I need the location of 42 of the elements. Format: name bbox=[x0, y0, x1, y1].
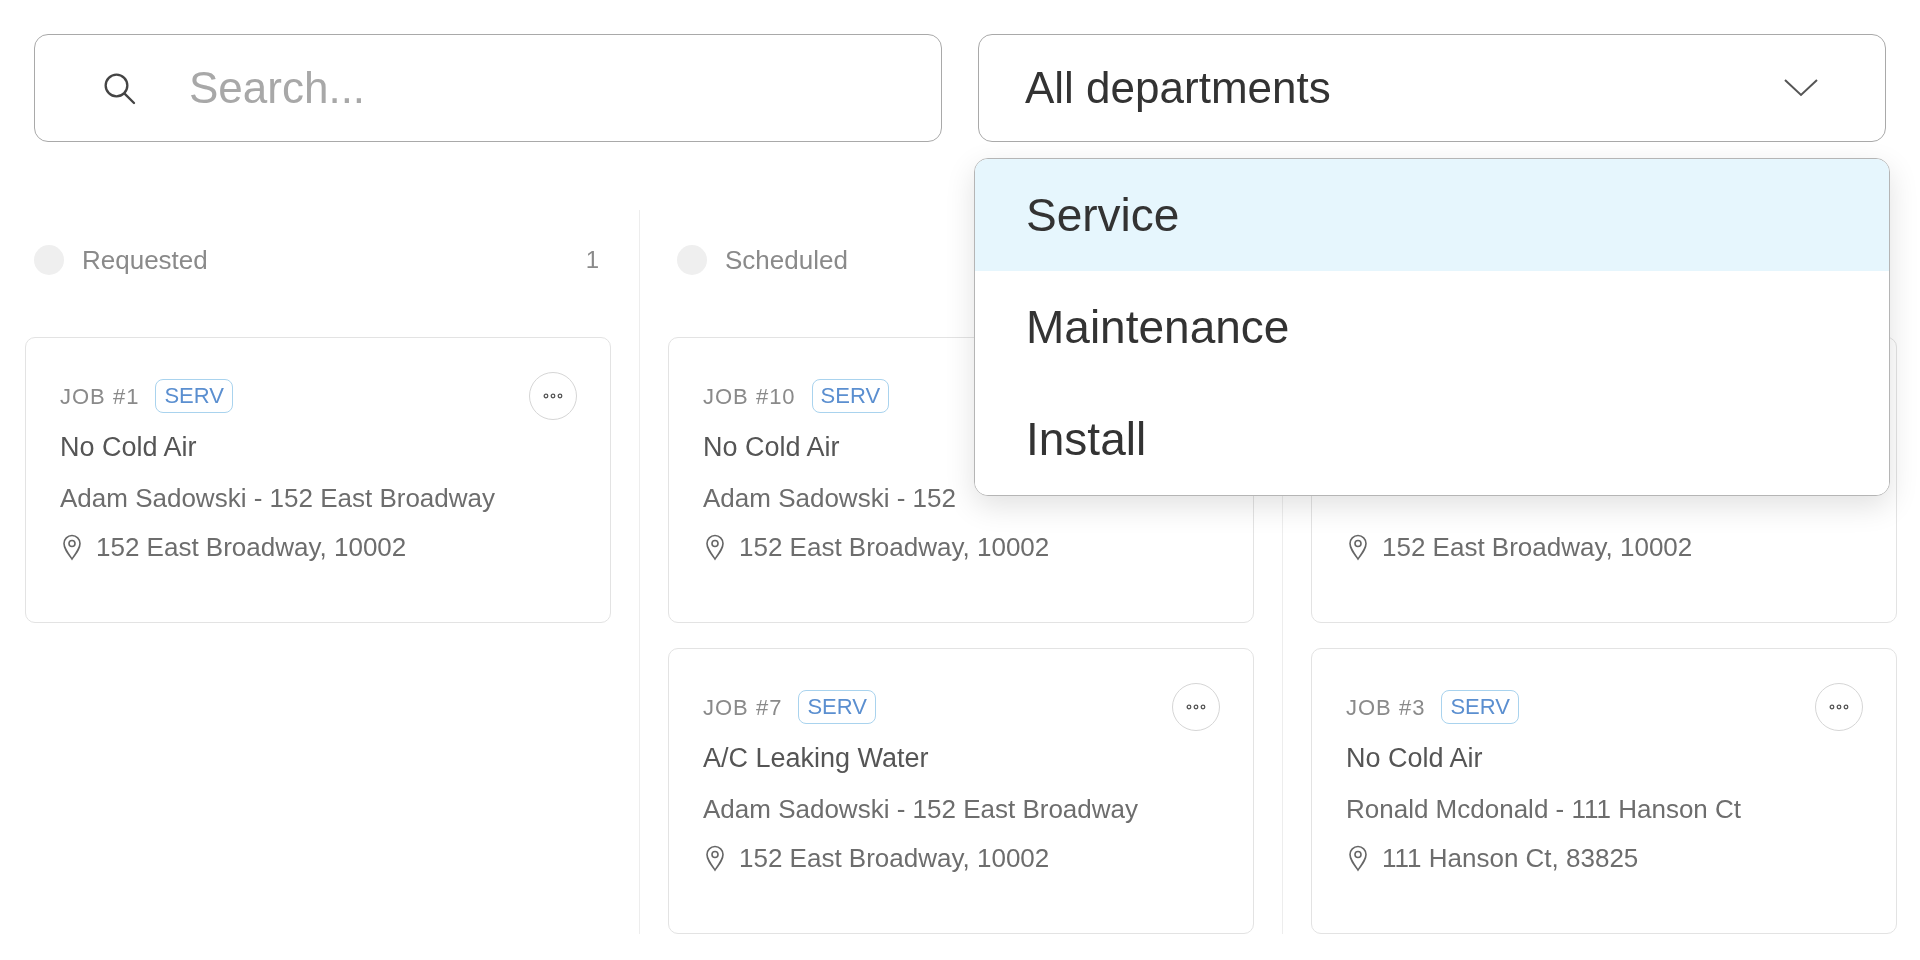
dropdown-option[interactable]: Service bbox=[975, 159, 1889, 271]
location-text: 152 East Broadway, 10002 bbox=[1382, 530, 1693, 564]
customer-address: Adam Sadowski - 152 East Broadway bbox=[703, 792, 1138, 826]
location-text: 152 East Broadway, 10002 bbox=[739, 530, 1050, 564]
chevron-down-icon bbox=[1783, 78, 1819, 98]
job-number: JOB #7 bbox=[703, 693, 783, 722]
search-input[interactable]: Search... bbox=[189, 55, 941, 121]
location-pin-icon bbox=[1346, 844, 1370, 872]
dropdown-option[interactable]: Maintenance bbox=[975, 271, 1889, 383]
search-field[interactable]: Search... bbox=[34, 34, 942, 142]
department-tag: SERV bbox=[811, 379, 890, 413]
department-select[interactable]: All departments bbox=[978, 34, 1886, 142]
job-number: JOB #3 bbox=[1346, 693, 1426, 722]
location-pin-icon bbox=[703, 844, 727, 872]
job-number: JOB #10 bbox=[703, 382, 796, 411]
customer-address: Adam Sadowski - 152 bbox=[703, 481, 956, 515]
location-text: 152 East Broadway, 10002 bbox=[96, 530, 407, 564]
department-tag: SERV bbox=[155, 379, 233, 413]
more-icon bbox=[543, 393, 563, 399]
column-count: 1 bbox=[585, 245, 599, 275]
location-pin-icon bbox=[703, 533, 727, 561]
location-text: 152 East Broadway, 10002 bbox=[739, 841, 1050, 875]
location-text: 111 Hanson Ct, 83825 bbox=[1382, 841, 1639, 875]
more-icon bbox=[1186, 704, 1206, 710]
location-pin-icon bbox=[1346, 533, 1370, 561]
more-icon bbox=[1829, 704, 1849, 710]
job-title: No Cold Air bbox=[60, 430, 197, 464]
column-title: Scheduled bbox=[725, 243, 848, 277]
job-title: No Cold Air bbox=[703, 430, 840, 464]
job-number: JOB #1 bbox=[60, 382, 140, 411]
department-tag: SERV bbox=[1441, 690, 1519, 724]
job-title: No Cold Air bbox=[1346, 741, 1483, 775]
job-card[interactable]: JOB #1 SERV No Cold Air Adam Sadowski - 152 East Broadway 152 East Broadway, 10002 bbox=[25, 337, 611, 623]
location-pin-icon bbox=[60, 533, 84, 561]
customer-address: Ronald Mcdonald - 111 Hanson Ct bbox=[1346, 792, 1742, 826]
job-card[interactable]: JOB #3 SERV No Cold Air Ronald Mcdonald - 111 Hanson Ct 111 Hanson Ct, 83825 bbox=[1311, 648, 1897, 934]
customer-address: Adam Sadowski - 152 East Broadway bbox=[60, 481, 495, 515]
job-title: A/C Leaking Water bbox=[703, 741, 929, 775]
dropdown-option[interactable]: Install bbox=[975, 383, 1889, 495]
department-tag: SERV bbox=[798, 690, 876, 724]
job-card[interactable]: JOB #7 SERV A/C Leaking Water Adam Sadowski - 152 East Broadway 152 East Broadway, 10002 bbox=[668, 648, 1254, 934]
column-title: Requested bbox=[82, 243, 208, 277]
